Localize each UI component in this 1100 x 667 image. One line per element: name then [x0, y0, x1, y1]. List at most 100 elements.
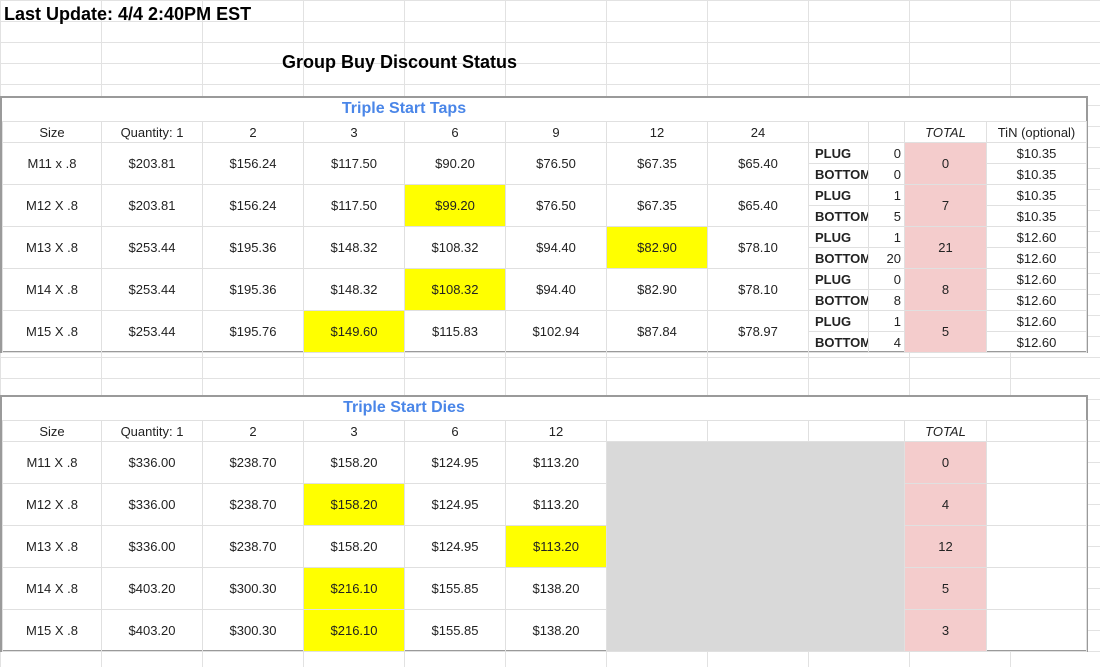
- col-header[interactable]: Size: [2, 420, 102, 442]
- tin-price-cell[interactable]: $10.35: [986, 205, 1087, 227]
- tin-header[interactable]: TiN (optional): [986, 121, 1087, 143]
- price-cell[interactable]: $403.20: [101, 567, 203, 610]
- size-cell[interactable]: M13 X .8: [2, 226, 102, 269]
- plug-label[interactable]: PLUG: [808, 268, 869, 290]
- price-cell[interactable]: $124.95: [404, 441, 506, 484]
- col-header[interactable]: Size: [2, 121, 102, 143]
- price-cell[interactable]: $148.32: [303, 268, 405, 311]
- price-cell[interactable]: $195.76: [202, 310, 304, 353]
- price-cell[interactable]: $336.00: [101, 441, 203, 484]
- bottom-label[interactable]: BOTTOM: [808, 163, 869, 185]
- price-cell[interactable]: $108.32: [404, 268, 506, 311]
- total-header[interactable]: TOTAL: [904, 420, 987, 442]
- bottom-qty[interactable]: 8: [868, 289, 905, 311]
- price-cell[interactable]: $158.20: [303, 441, 405, 484]
- plug-qty[interactable]: 1: [868, 184, 905, 206]
- price-cell[interactable]: $67.35: [606, 142, 708, 185]
- price-cell[interactable]: $76.50: [505, 142, 607, 185]
- price-cell[interactable]: $124.95: [404, 525, 506, 568]
- total-cell[interactable]: 12: [904, 525, 987, 568]
- price-cell[interactable]: $99.20: [404, 184, 506, 227]
- total-cell[interactable]: 4: [904, 483, 987, 526]
- price-cell[interactable]: $300.30: [202, 609, 304, 652]
- price-cell[interactable]: $82.90: [606, 226, 708, 269]
- price-cell[interactable]: $195.36: [202, 268, 304, 311]
- size-cell[interactable]: M15 X .8: [2, 310, 102, 353]
- price-cell[interactable]: $117.50: [303, 184, 405, 227]
- bottom-qty[interactable]: 0: [868, 163, 905, 185]
- price-cell[interactable]: $253.44: [101, 226, 203, 269]
- plug-label[interactable]: PLUG: [808, 226, 869, 248]
- price-cell[interactable]: $67.35: [606, 184, 708, 227]
- price-cell[interactable]: $117.50: [303, 142, 405, 185]
- price-cell[interactable]: $76.50: [505, 184, 607, 227]
- tin-price-cell[interactable]: $12.60: [986, 268, 1087, 290]
- plug-label[interactable]: PLUG: [808, 310, 869, 332]
- total-cell[interactable]: 8: [904, 268, 987, 311]
- col-header[interactable]: 6: [404, 121, 506, 143]
- price-cell[interactable]: $78.97: [707, 310, 809, 353]
- total-cell[interactable]: 5: [904, 567, 987, 610]
- tin-price-cell[interactable]: $12.60: [986, 310, 1087, 332]
- col-header[interactable]: 3: [303, 420, 405, 442]
- price-cell[interactable]: $336.00: [101, 525, 203, 568]
- bottom-qty[interactable]: 5: [868, 205, 905, 227]
- bottom-qty[interactable]: 4: [868, 331, 905, 353]
- price-cell[interactable]: $124.95: [404, 483, 506, 526]
- price-cell[interactable]: $155.85: [404, 609, 506, 652]
- col-header[interactable]: 12: [606, 121, 708, 143]
- bottom-label[interactable]: BOTTOM: [808, 205, 869, 227]
- total-cell[interactable]: 0: [904, 441, 987, 484]
- col-header[interactable]: 9: [505, 121, 607, 143]
- plug-label[interactable]: PLUG: [808, 184, 869, 206]
- price-cell[interactable]: $113.20: [505, 441, 607, 484]
- col-header[interactable]: 2: [202, 420, 304, 442]
- size-cell[interactable]: M11 X .8: [2, 441, 102, 484]
- price-cell[interactable]: $113.20: [505, 525, 607, 568]
- price-cell[interactable]: $253.44: [101, 310, 203, 353]
- price-cell[interactable]: $158.20: [303, 525, 405, 568]
- price-cell[interactable]: $138.20: [505, 567, 607, 610]
- price-cell[interactable]: $238.70: [202, 483, 304, 526]
- price-cell[interactable]: $82.90: [606, 268, 708, 311]
- price-cell[interactable]: $149.60: [303, 310, 405, 353]
- size-cell[interactable]: M12 X .8: [2, 184, 102, 227]
- tin-price-cell[interactable]: $10.35: [986, 163, 1087, 185]
- tin-price-cell[interactable]: $12.60: [986, 226, 1087, 248]
- price-cell[interactable]: $78.10: [707, 226, 809, 269]
- tin-price-cell[interactable]: $12.60: [986, 247, 1087, 269]
- price-cell[interactable]: $113.20: [505, 483, 607, 526]
- tin-price-cell[interactable]: $10.35: [986, 142, 1087, 164]
- price-cell[interactable]: $94.40: [505, 226, 607, 269]
- price-cell[interactable]: $156.24: [202, 142, 304, 185]
- price-cell[interactable]: $108.32: [404, 226, 506, 269]
- size-cell[interactable]: M15 X .8: [2, 609, 102, 652]
- price-cell[interactable]: $216.10: [303, 567, 405, 610]
- price-cell[interactable]: $155.85: [404, 567, 506, 610]
- tin-price-cell[interactable]: $10.35: [986, 184, 1087, 206]
- price-cell[interactable]: $238.70: [202, 441, 304, 484]
- price-cell[interactable]: $87.84: [606, 310, 708, 353]
- total-cell[interactable]: 5: [904, 310, 987, 353]
- size-cell[interactable]: M12 X .8: [2, 483, 102, 526]
- tin-price-cell[interactable]: $12.60: [986, 331, 1087, 353]
- bottom-qty[interactable]: 20: [868, 247, 905, 269]
- total-header[interactable]: TOTAL: [904, 121, 987, 143]
- price-cell[interactable]: $158.20: [303, 483, 405, 526]
- plug-qty[interactable]: 1: [868, 226, 905, 248]
- col-header[interactable]: 3: [303, 121, 405, 143]
- size-cell[interactable]: M14 X .8: [2, 567, 102, 610]
- total-cell[interactable]: 0: [904, 142, 987, 185]
- plug-qty[interactable]: 0: [868, 268, 905, 290]
- price-cell[interactable]: $216.10: [303, 609, 405, 652]
- total-cell[interactable]: 7: [904, 184, 987, 227]
- price-cell[interactable]: $102.94: [505, 310, 607, 353]
- price-cell[interactable]: $148.32: [303, 226, 405, 269]
- size-cell[interactable]: M14 X .8: [2, 268, 102, 311]
- price-cell[interactable]: $238.70: [202, 525, 304, 568]
- size-cell[interactable]: M11 x .8: [2, 142, 102, 185]
- bottom-label[interactable]: BOTTOM: [808, 331, 869, 353]
- plug-qty[interactable]: 0: [868, 142, 905, 164]
- col-header[interactable]: 12: [505, 420, 607, 442]
- price-cell[interactable]: $403.20: [101, 609, 203, 652]
